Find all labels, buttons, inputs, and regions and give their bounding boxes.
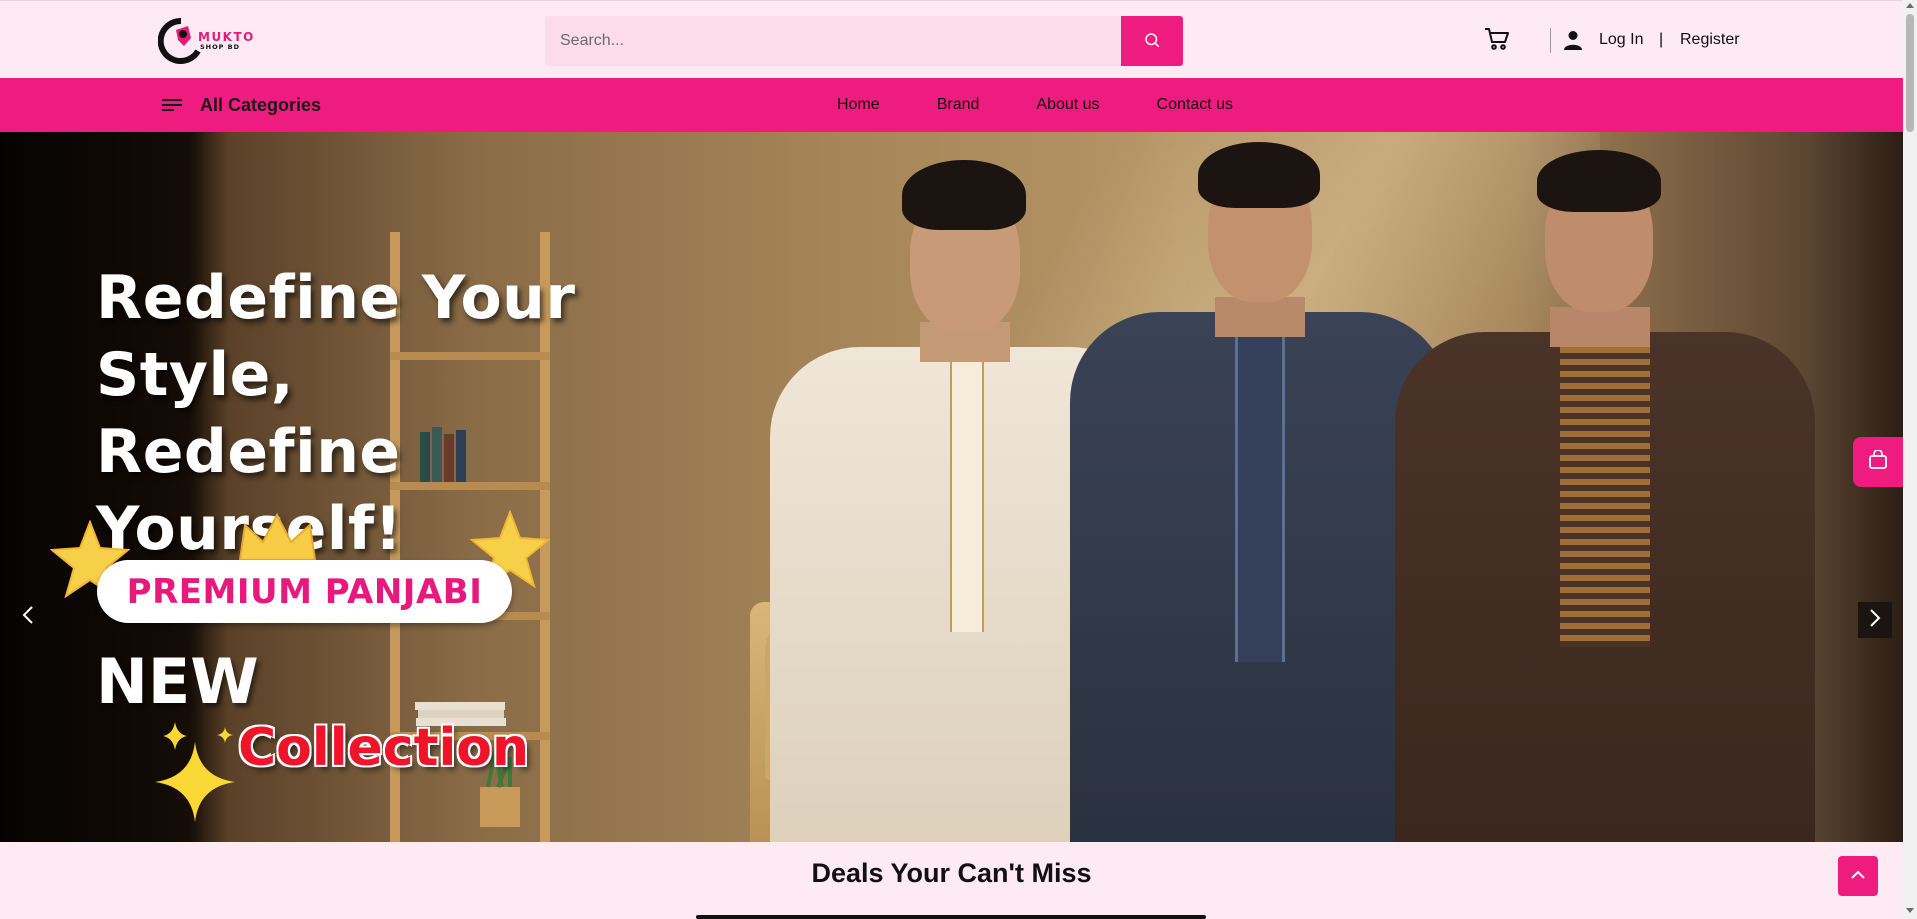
deals-slider-edge bbox=[696, 915, 1206, 919]
hero-banner[interactable]: Redefine Your Style, Redefine Yourself! … bbox=[0, 132, 1903, 842]
crown-icon bbox=[238, 512, 317, 561]
logo-subtitle: SHOP BD bbox=[200, 43, 241, 52]
header-divider bbox=[1550, 28, 1551, 53]
sparkle-icon bbox=[155, 722, 235, 822]
logo-mark-icon bbox=[157, 17, 204, 64]
scroll-thumb[interactable] bbox=[1906, 14, 1914, 132]
premium-badge: PREMIUM PANJABI bbox=[50, 510, 560, 623]
deals-section-title: Deals Your Can't Miss bbox=[811, 858, 1092, 888]
scroll-up-arrow[interactable] bbox=[1906, 3, 1914, 8]
user-icon bbox=[1563, 30, 1583, 55]
cart-button[interactable] bbox=[1482, 26, 1512, 56]
register-link[interactable]: Register bbox=[1680, 31, 1740, 49]
model-brown-panjabi-image bbox=[1395, 132, 1815, 842]
carousel-prev-button[interactable] bbox=[18, 602, 38, 632]
hero-headline-line1: Redefine Your bbox=[96, 263, 576, 333]
site-header: MUKTO SHOP BD Log In | Register bbox=[0, 0, 1903, 78]
main-nav: All Categories Home Brand About us Conta… bbox=[0, 78, 1903, 132]
nav-contact[interactable]: Contact us bbox=[1157, 96, 1233, 114]
search-bar bbox=[545, 16, 1183, 66]
collection-label: Collection bbox=[238, 718, 530, 778]
premium-panjabi-pill: PREMIUM PANJABI bbox=[97, 560, 512, 623]
login-link[interactable]: Log In bbox=[1599, 31, 1643, 49]
chevron-up-icon bbox=[1850, 867, 1866, 885]
cart-icon bbox=[1484, 27, 1510, 56]
chevron-left-icon bbox=[22, 605, 34, 630]
all-categories-button[interactable]: All Categories bbox=[200, 95, 321, 116]
chevron-right-icon bbox=[1869, 608, 1881, 633]
scroll-down-arrow[interactable] bbox=[1906, 908, 1914, 913]
new-label: NEW bbox=[96, 645, 259, 718]
auth-separator: | bbox=[1659, 31, 1664, 48]
premium-panjabi-text: PREMIUM PANJABI bbox=[126, 571, 483, 612]
nav-about[interactable]: About us bbox=[1036, 96, 1099, 114]
site-logo[interactable]: MUKTO SHOP BD bbox=[157, 15, 268, 67]
logo-title: MUKTO bbox=[198, 30, 255, 45]
model-navy-panjabi-image bbox=[1070, 132, 1450, 842]
floating-cart-button[interactable] bbox=[1853, 437, 1903, 487]
menu-icon[interactable] bbox=[162, 98, 182, 119]
search-input[interactable] bbox=[545, 16, 1121, 66]
carousel-next-button[interactable] bbox=[1858, 602, 1892, 638]
hero-headline-line2: Style, Redefine bbox=[96, 340, 401, 487]
scroll-to-top-button[interactable] bbox=[1838, 856, 1878, 896]
nav-links: Home Brand About us Contact us bbox=[837, 96, 1290, 114]
search-icon bbox=[1143, 31, 1161, 52]
search-button[interactable] bbox=[1121, 16, 1183, 66]
shopping-bag-icon bbox=[1868, 448, 1888, 475]
page-scrollbar[interactable] bbox=[1903, 0, 1917, 919]
nav-brand[interactable]: Brand bbox=[937, 96, 980, 114]
nav-home[interactable]: Home bbox=[837, 96, 880, 114]
